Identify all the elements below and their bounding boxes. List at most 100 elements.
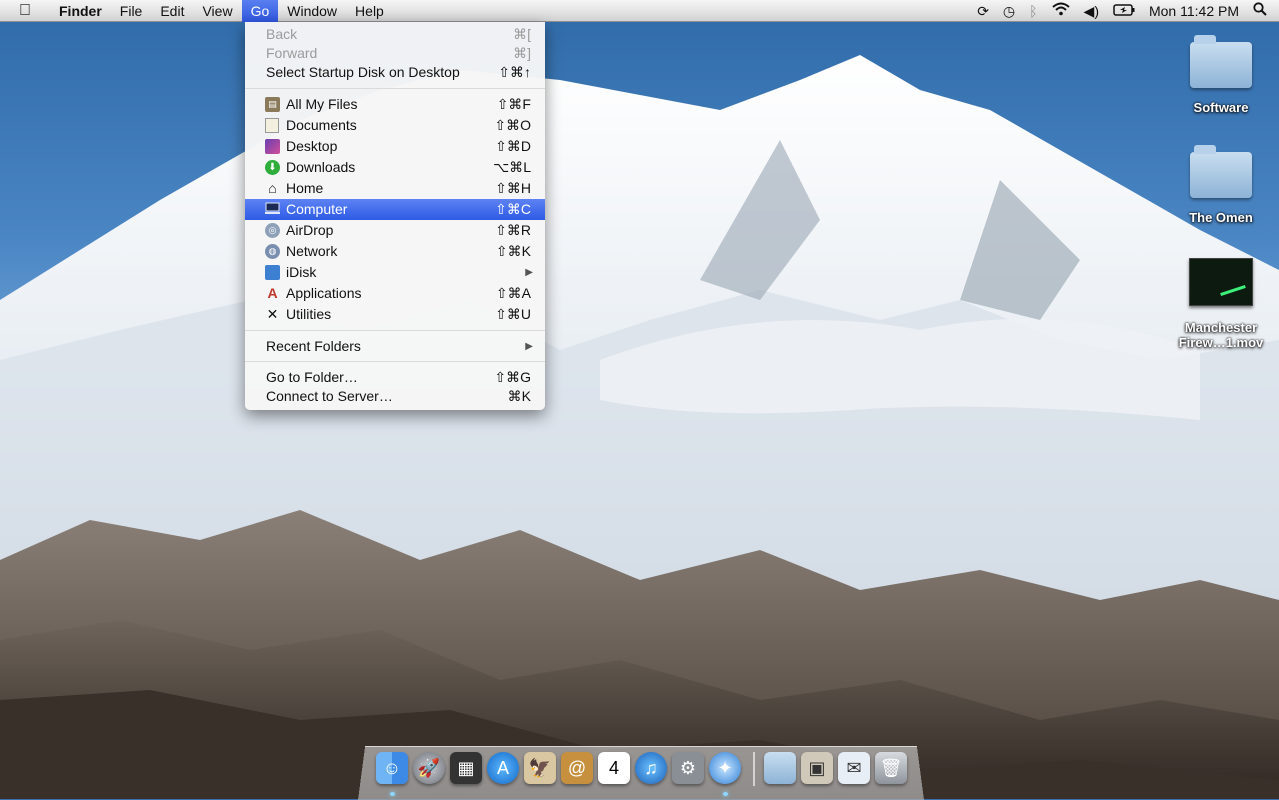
menu-item-airdrop[interactable]: ◎ AirDrop ⇧⌘R — [245, 220, 545, 241]
documents-stack-dock-icon[interactable]: ▣ — [801, 752, 833, 784]
magnifier-glyph — [1253, 2, 1267, 16]
ical-dock-icon[interactable]: 4 — [598, 752, 630, 784]
menu-help[interactable]: Help — [346, 0, 393, 22]
folder-icon — [1190, 35, 1252, 88]
desktop-icon-label: Firew…1.mov — [1178, 335, 1264, 350]
menu-item-desktop[interactable]: Desktop ⇧⌘D — [245, 136, 545, 157]
status-area: ⟳ ◷ ᛒ ◀) Mon 11:42 PM — [970, 0, 1279, 22]
menu-item-label: Recent Folders — [266, 338, 361, 354]
airdrop-icon: ◎ — [265, 223, 280, 238]
menu-item-go-to-folder[interactable]: Go to Folder… ⇧⌘G — [245, 367, 545, 388]
utilities-icon: ✕ — [266, 306, 279, 322]
menu-item-network[interactable]: ◍ Network ⇧⌘K — [245, 241, 545, 262]
trash-dock-icon[interactable]: 🗑 — [875, 752, 907, 784]
applications-icon: A — [267, 285, 278, 301]
menu-separator — [245, 88, 545, 89]
menu-item-home[interactable]: ⌂ Home ⇧⌘H — [245, 178, 545, 199]
folder-icon — [1190, 145, 1252, 198]
menu-item-label: Back — [266, 26, 298, 42]
menu-window[interactable]: Window — [278, 0, 346, 22]
wifi-icon[interactable] — [1045, 0, 1077, 22]
safari-dock-icon[interactable]: ✦ — [709, 752, 741, 784]
sync-icon[interactable]: ⟳ — [970, 0, 996, 22]
menu-item-label: Network — [286, 243, 338, 259]
desktop-folder-software[interactable]: Software — [1176, 35, 1266, 115]
menu-finder[interactable]: Finder — [50, 0, 111, 22]
menu-edit[interactable]: Edit — [151, 0, 193, 22]
itunes-dock-icon[interactable]: ♫ — [635, 752, 667, 784]
desktop-folder-the-omen[interactable]: The Omen — [1176, 145, 1266, 225]
menu-item-label: Computer — [286, 201, 348, 217]
spotlight-icon[interactable] — [1246, 0, 1279, 22]
applications-stack-dock-icon[interactable] — [764, 752, 796, 784]
bluetooth-icon[interactable]: ᛒ — [1022, 0, 1044, 22]
time-machine-icon[interactable]: ◷ — [996, 0, 1022, 22]
clock[interactable]: Mon 11:42 PM — [1142, 0, 1246, 22]
submenu-arrow-icon: ▶ — [525, 341, 533, 352]
home-icon: ⌂ — [268, 180, 277, 196]
submenu-arrow-icon: ▶ — [525, 267, 533, 278]
battery-icon[interactable] — [1106, 0, 1142, 22]
menu-item-forward[interactable]: Forward ⌘] — [245, 43, 545, 64]
preview-dock-icon[interactable]: 🦅 — [524, 752, 556, 784]
idisk-icon — [265, 265, 280, 280]
running-indicator — [390, 792, 395, 796]
menu-go[interactable]: Go — [241, 0, 279, 22]
shortcut: ⌘[ — [513, 26, 531, 42]
go-menu-dropdown: Back ⌘[ Forward ⌘] Select Startup Disk o… — [245, 22, 545, 410]
menu-item-label: AirDrop — [286, 222, 334, 238]
menu-item-utilities[interactable]: ✕ Utilities ⇧⌘U — [245, 304, 545, 325]
menu-item-label: Home — [286, 180, 324, 196]
shortcut: ⇧⌘K — [495, 243, 531, 259]
app-store-dock-icon[interactable]: A — [487, 752, 519, 784]
menu-item-label: Applications — [286, 285, 362, 301]
shortcut: ⇧⌘U — [495, 306, 531, 322]
menu-item-computer[interactable]: Computer ⇧⌘C — [245, 199, 545, 220]
computer-icon — [265, 202, 280, 217]
menu-item-back[interactable]: Back ⌘[ — [245, 24, 545, 45]
menu-separator — [245, 361, 545, 362]
menu-item-documents[interactable]: Documents ⇧⌘O — [245, 115, 545, 136]
menu-item-label: Utilities — [286, 306, 332, 322]
shortcut: ⌘] — [513, 45, 531, 61]
address-book-dock-icon[interactable]: @ — [561, 752, 593, 784]
dock-divider — [753, 752, 755, 786]
shortcut: ⇧⌘D — [495, 138, 531, 154]
menu-item-startup-disk[interactable]: Select Startup Disk on Desktop ⇧⌘↑ — [245, 62, 545, 83]
shortcut: ⇧⌘G — [494, 369, 531, 385]
shortcut: ⇧⌘C — [495, 201, 531, 217]
shortcut: ⇧⌘F — [496, 96, 531, 112]
desktop-icon-label: The Omen — [1189, 210, 1253, 225]
menu-item-connect-to-server[interactable]: Connect to Server… ⌘K — [245, 386, 545, 407]
menu-item-label: Forward — [266, 45, 318, 61]
menu-item-applications[interactable]: A Applications ⇧⌘A — [245, 283, 545, 304]
network-icon: ◍ — [265, 244, 280, 259]
battery-glyph — [1113, 4, 1135, 16]
desktop-icon — [265, 139, 280, 154]
downloads-icon: ⬇ — [265, 160, 280, 175]
finder-dock-icon[interactable]: ☺ — [376, 752, 408, 784]
menu-item-downloads[interactable]: ⬇ Downloads ⌥⌘L — [245, 157, 545, 178]
menu-item-all-my-files[interactable]: ▤ All My Files ⇧⌘F — [245, 94, 545, 115]
running-indicator — [723, 792, 728, 796]
shortcut: ⇧⌘O — [494, 117, 531, 133]
menu-item-idisk[interactable]: iDisk ▶ — [245, 262, 545, 283]
desktop-icon-label: Manchester — [1184, 320, 1258, 335]
desktop-icon-label: Software — [1193, 100, 1249, 115]
menu-item-label: Documents — [286, 117, 357, 133]
desktop-wallpaper — [0, 0, 1279, 799]
downloads-stack-dock-icon[interactable]: ✉ — [838, 752, 870, 784]
menu-item-label: Connect to Server… — [266, 388, 393, 404]
menu-view[interactable]: View — [193, 0, 241, 22]
menu-file[interactable]: File — [111, 0, 152, 22]
launchpad-dock-icon[interactable]: 🚀 — [413, 752, 445, 784]
all-files-icon: ▤ — [265, 97, 280, 112]
mission-control-dock-icon[interactable]: ▦ — [450, 752, 482, 784]
apple-menu-icon[interactable]:  — [0, 2, 50, 20]
desktop-movie-file[interactable]: Manchester Firew…1.mov — [1176, 258, 1266, 350]
menu-item-recent-folders[interactable]: Recent Folders ▶ — [245, 336, 545, 357]
shortcut: ⇧⌘H — [495, 180, 531, 196]
volume-icon[interactable]: ◀) — [1077, 0, 1106, 22]
shortcut: ⇧⌘↑ — [498, 64, 531, 80]
system-preferences-dock-icon[interactable]: ⚙ — [672, 752, 704, 784]
